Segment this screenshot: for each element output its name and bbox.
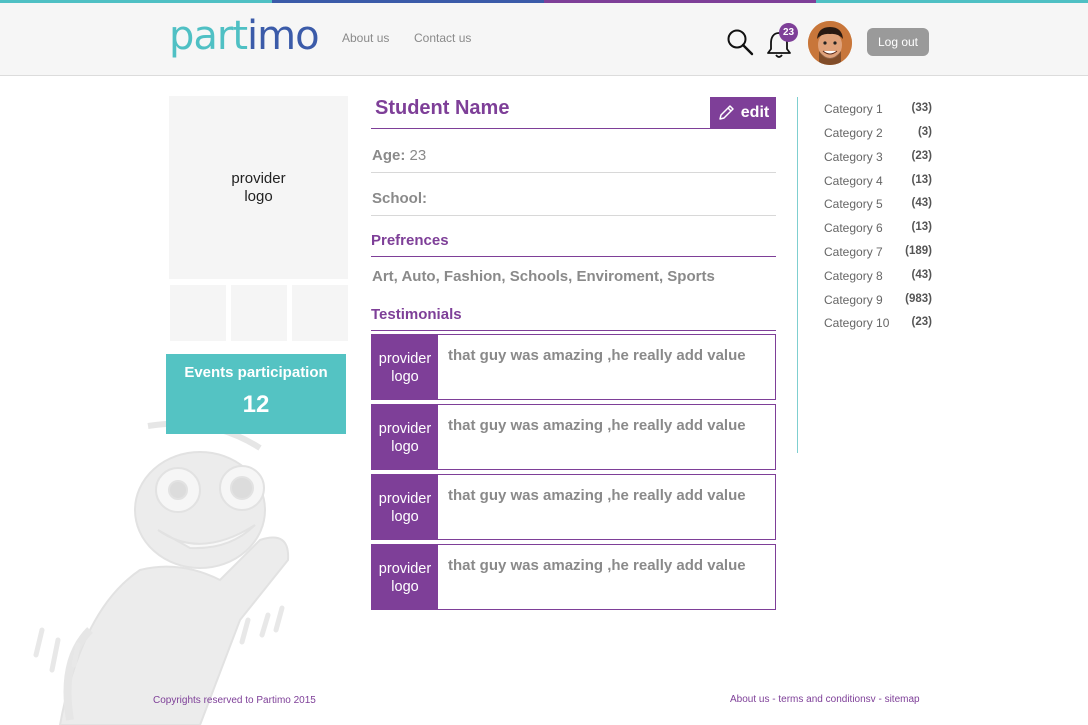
- category-item[interactable]: Category 1 (33): [824, 102, 932, 116]
- category-count: (983): [905, 293, 932, 305]
- edit-button[interactable]: edit: [710, 97, 776, 129]
- category-count: (23): [911, 316, 932, 328]
- footer-separator: -: [878, 694, 882, 705]
- category-item[interactable]: Category 7 (189): [824, 245, 932, 259]
- logo-part-2: imo: [247, 13, 320, 59]
- footer-links: About us - terms and conditionsv - sitem…: [730, 694, 920, 705]
- testimonials-title: Testimonials: [371, 306, 462, 323]
- nav-contact-us[interactable]: Contact us: [414, 31, 471, 45]
- events-title: Events participation: [184, 364, 328, 381]
- brand-logo[interactable]: partimo: [169, 12, 320, 60]
- testimonial-card: provider logo that guy was amazing ,he r…: [371, 544, 776, 610]
- provider-logo-line2: logo: [391, 509, 419, 525]
- footer-terms-link[interactable]: terms and conditionsv: [778, 694, 875, 705]
- category-name: Category 4: [824, 174, 883, 188]
- category-count: (23): [911, 150, 932, 162]
- divider: [371, 215, 776, 216]
- preferences-title: Prefrences: [371, 232, 449, 249]
- search-icon[interactable]: [726, 28, 754, 56]
- school-field: School:: [372, 190, 427, 207]
- logout-button[interactable]: Log out: [867, 28, 929, 56]
- testimonial-text: that guy was amazing ,he really add valu…: [448, 487, 746, 504]
- testimonial-provider-logo: provider logo: [372, 335, 438, 399]
- mascot-illustration: [33, 420, 290, 725]
- pencil-icon: [719, 105, 734, 120]
- provider-logo-line1: provider: [378, 561, 432, 577]
- category-item[interactable]: Category 10 (23): [824, 316, 932, 330]
- avatar-image: [808, 21, 852, 65]
- events-count: 12: [242, 391, 270, 418]
- category-name: Category 3: [824, 150, 883, 164]
- events-participation-card: Events participation 12: [166, 354, 346, 434]
- category-count: (3): [917, 126, 932, 138]
- provider-logo-line1: provider: [378, 491, 432, 507]
- category-name: Category 1: [824, 102, 883, 116]
- category-name: Category 7: [824, 245, 883, 259]
- testimonial-provider-logo: provider logo: [372, 475, 438, 539]
- category-name: Category 10: [824, 316, 890, 330]
- category-count: (43): [911, 269, 932, 281]
- gallery-thumbnail-1[interactable]: [170, 285, 226, 341]
- testimonial-provider-logo: provider logo: [372, 405, 438, 469]
- preferences-list: Art, Auto, Fashion, Schools, Enviroment,…: [372, 268, 715, 285]
- age-value: 23: [409, 147, 427, 164]
- student-name: Student Name: [375, 97, 510, 119]
- testimonial-card: provider logo that guy was amazing ,he r…: [371, 474, 776, 540]
- copyright: Copyrights reserved to Partimo 2015: [153, 695, 316, 706]
- category-item[interactable]: Category 6 (13): [824, 221, 932, 235]
- category-item[interactable]: Category 5 (43): [824, 197, 932, 211]
- category-item[interactable]: Category 8 (43): [824, 269, 932, 283]
- provider-logo-line1: provider: [378, 421, 432, 437]
- category-item[interactable]: Category 2 (3): [824, 126, 932, 140]
- category-name: Category 6: [824, 221, 883, 235]
- category-item[interactable]: Category 4 (13): [824, 174, 932, 188]
- category-count: (43): [911, 197, 932, 209]
- category-name: Category 8: [824, 269, 883, 283]
- testimonial-text: that guy was amazing ,he really add valu…: [448, 347, 746, 364]
- gallery-thumbnail-3[interactable]: [292, 285, 348, 341]
- edit-label: edit: [740, 104, 770, 121]
- age-label: Age:: [372, 147, 406, 164]
- provider-logo-line2: logo: [391, 439, 419, 455]
- category-count: (13): [911, 174, 932, 186]
- nav-about-us[interactable]: About us: [342, 31, 389, 45]
- category-name: Category 2: [824, 126, 883, 140]
- provider-logo-line2: logo: [391, 369, 419, 385]
- testimonial-card: provider logo that guy was amazing ,he r…: [371, 404, 776, 470]
- header: partimo About us Contact us 23 Log out: [0, 3, 1088, 76]
- school-label: School:: [372, 190, 427, 207]
- provider-logo-line1: provider: [231, 169, 286, 187]
- testimonial-text: that guy was amazing ,he really add valu…: [448, 557, 746, 574]
- provider-logo-line2: logo: [244, 187, 273, 205]
- footer-separator: -: [772, 694, 776, 705]
- category-count: (189): [905, 245, 932, 257]
- testimonials-underline: [371, 330, 776, 331]
- column-divider: [797, 97, 798, 453]
- logo-part-1: part: [169, 13, 248, 59]
- provider-logo-line1: provider: [378, 351, 432, 367]
- testimonial-provider-logo: provider logo: [372, 545, 438, 609]
- preferences-underline: [371, 256, 776, 257]
- provider-logo-placeholder: provider logo: [169, 96, 348, 279]
- age-field: Age: 23: [372, 147, 426, 164]
- notification-badge: 23: [779, 23, 798, 42]
- category-count: (33): [911, 102, 932, 114]
- gallery-thumbnail-2[interactable]: [231, 285, 287, 341]
- category-name: Category 9: [824, 293, 883, 307]
- footer-sitemap-link[interactable]: sitemap: [885, 694, 920, 705]
- category-item[interactable]: Category 3 (23): [824, 150, 932, 164]
- category-count: (13): [911, 221, 932, 233]
- category-name: Category 5: [824, 197, 883, 211]
- avatar[interactable]: [808, 21, 852, 65]
- category-item[interactable]: Category 9 (983): [824, 293, 932, 307]
- testimonial-text: that guy was amazing ,he really add valu…: [448, 417, 746, 434]
- provider-logo-line2: logo: [391, 579, 419, 595]
- testimonial-card: provider logo that guy was amazing ,he r…: [371, 334, 776, 400]
- footer-about-link[interactable]: About us: [730, 694, 769, 705]
- divider: [371, 172, 776, 173]
